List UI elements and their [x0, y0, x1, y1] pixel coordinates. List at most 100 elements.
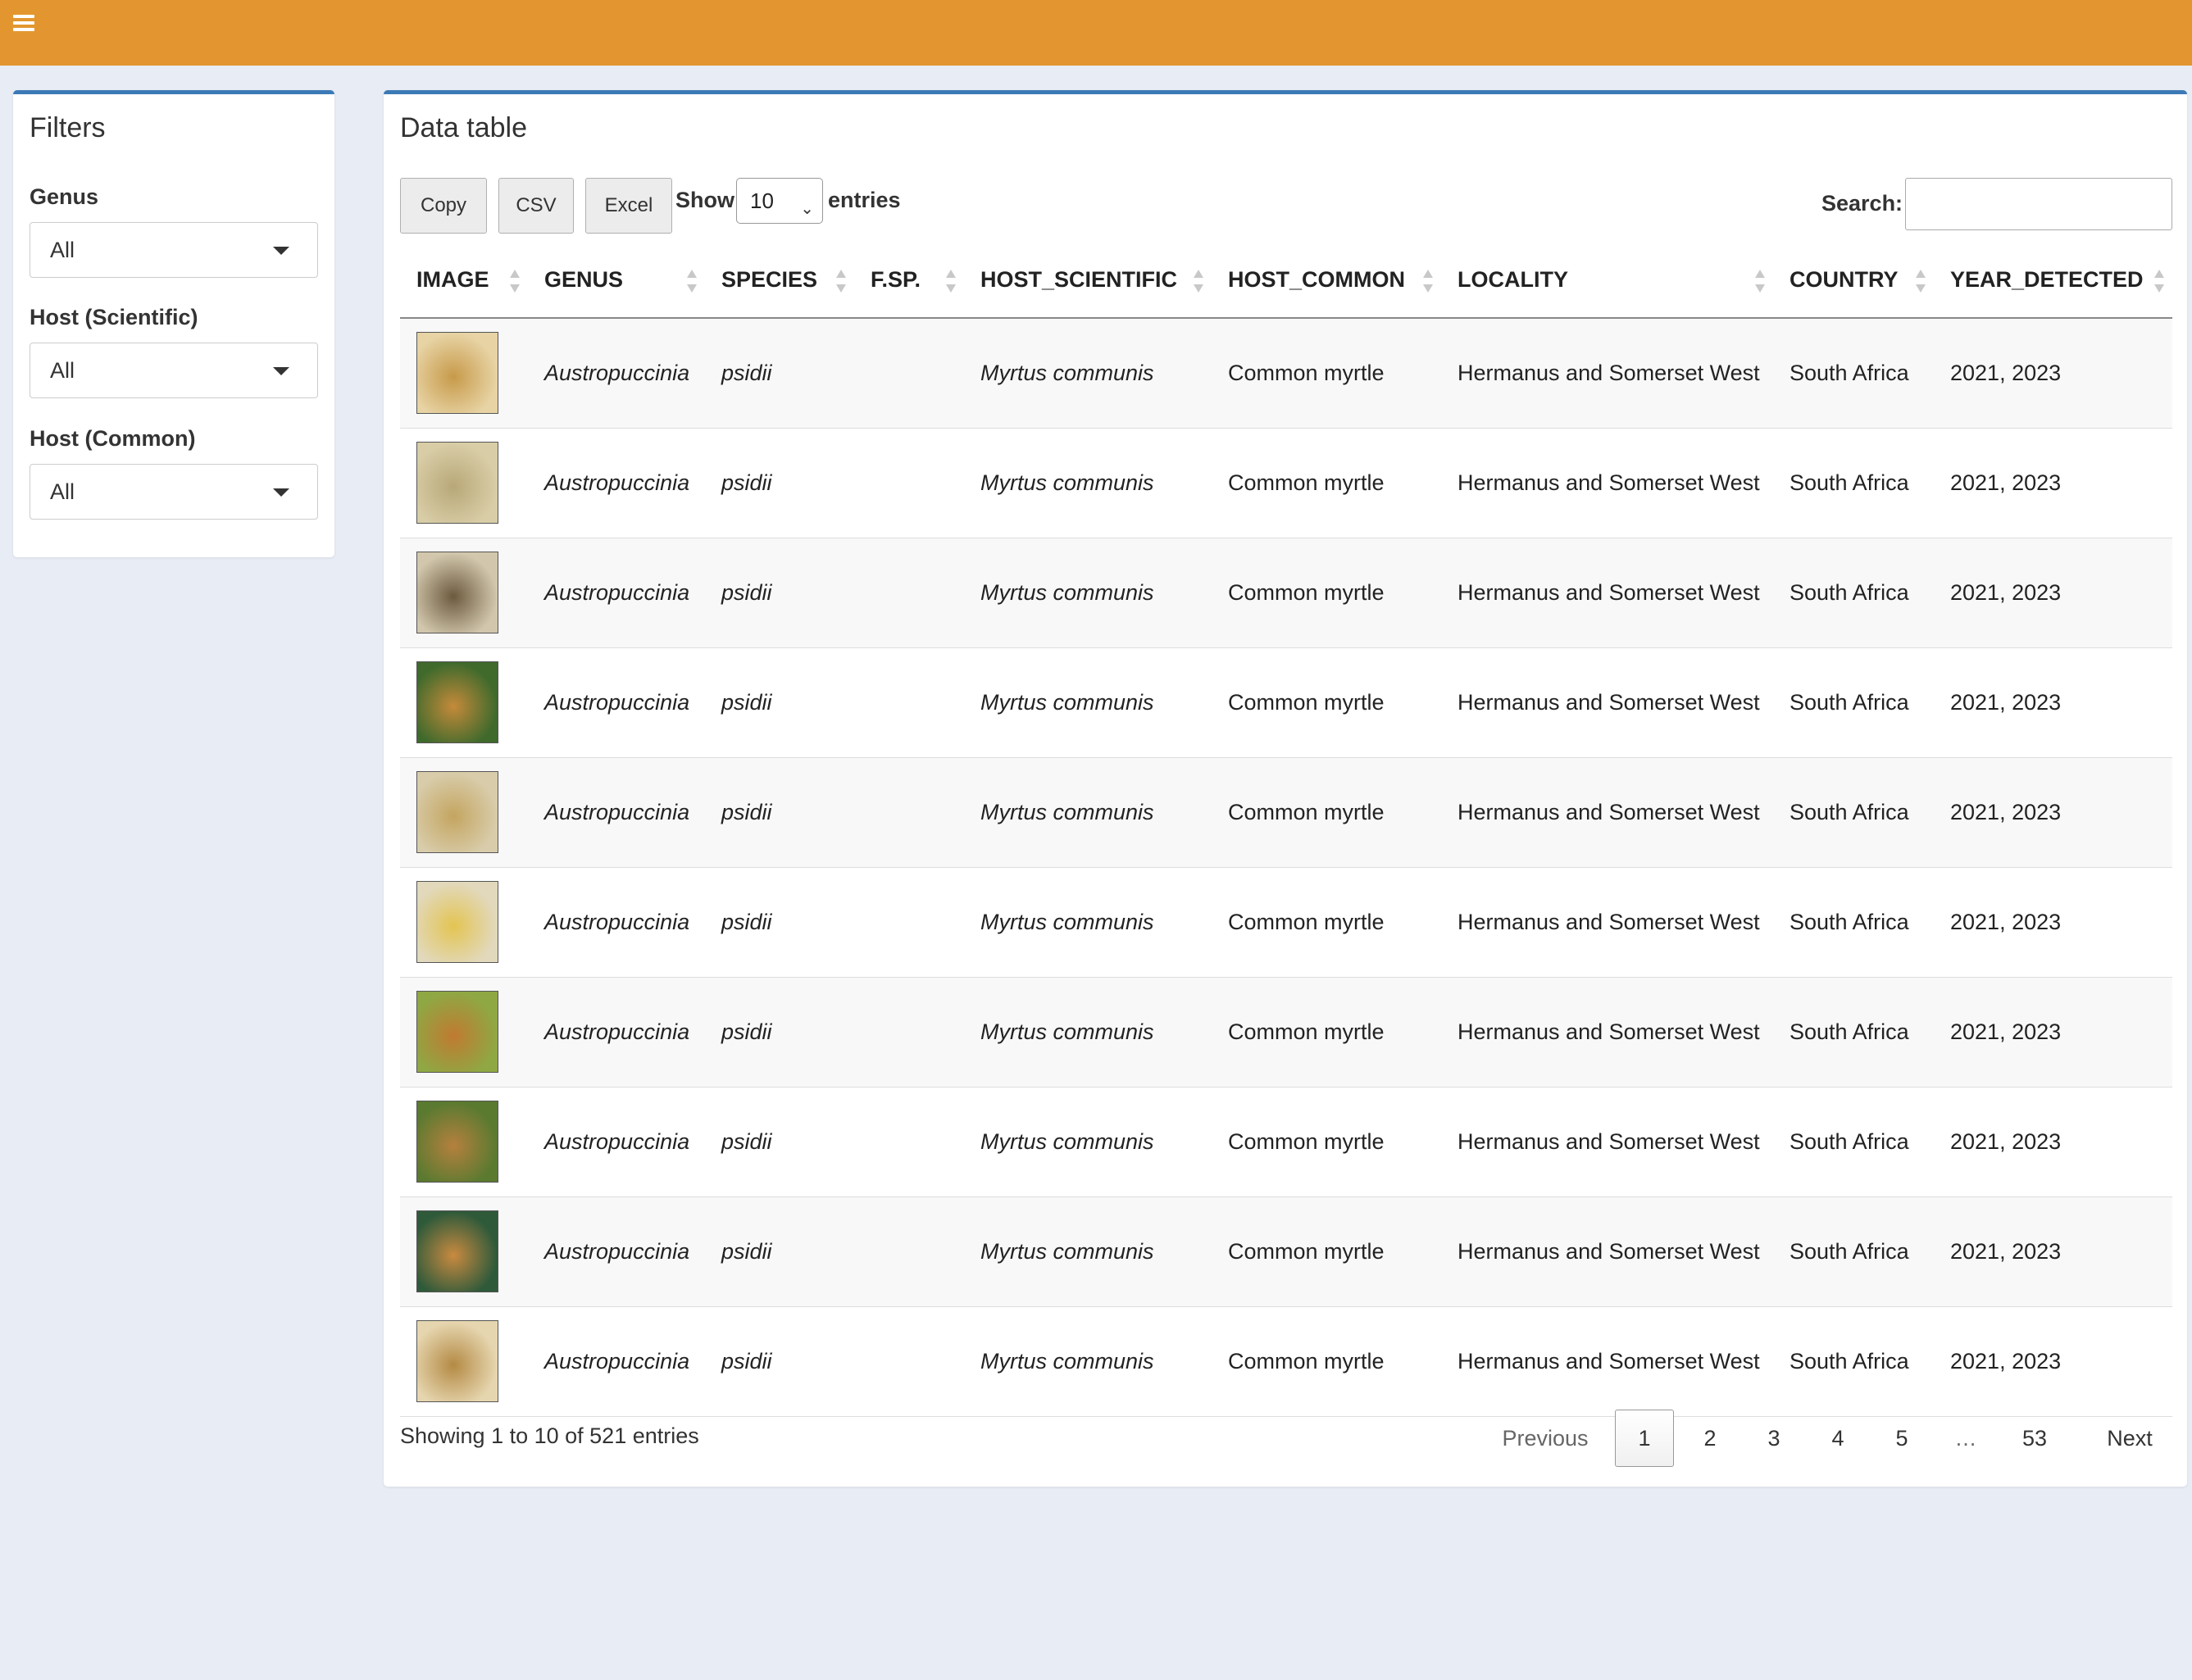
- cell-fsp: [854, 647, 964, 758]
- cell-locality: Hermanus and Somerset West: [1441, 867, 1773, 978]
- genus-filter-select[interactable]: All: [30, 222, 318, 278]
- pagination-previous[interactable]: Previous: [1494, 1410, 1597, 1467]
- cell-genus: Austropuccinia: [528, 977, 705, 1087]
- data-table: IMAGE GENUS SPECIES F.SP. HOST_SCIENTIFI…: [400, 242, 2172, 1417]
- pagination-next[interactable]: Next: [2089, 1410, 2171, 1467]
- cell-species: psidii: [705, 538, 854, 648]
- top-navbar: [0, 0, 2192, 66]
- cell-country: South Africa: [1773, 538, 1934, 648]
- host-scientific-filter-label: Host (Scientific): [30, 305, 198, 329]
- sort-icon: [836, 270, 846, 293]
- cell-host-common: Common myrtle: [1212, 647, 1441, 758]
- host-scientific-filter-select[interactable]: All: [30, 343, 318, 398]
- column-header-label: F.SP.: [871, 266, 921, 292]
- pagination-ellipsis: …: [1954, 1425, 1977, 1451]
- cell-species: psidii: [705, 1196, 854, 1307]
- search-input[interactable]: [1905, 178, 2172, 230]
- sort-icon: [946, 270, 956, 293]
- host-common-filter-select[interactable]: All: [30, 464, 318, 520]
- table-row: Austropuccinia psidii Myrtus communis Commo…: [400, 318, 2172, 429]
- column-header-year-detected[interactable]: YEAR_DETECTED: [1934, 242, 2172, 319]
- column-header-country[interactable]: COUNTRY: [1773, 242, 1934, 319]
- specimen-thumbnail-image[interactable]: [416, 1320, 498, 1402]
- cell-host-scientific: Myrtus communis: [964, 1196, 1212, 1307]
- cell-year-detected: 2021, 2023: [1934, 757, 2172, 868]
- column-header-fsp[interactable]: F.SP.: [854, 242, 964, 319]
- cell-species: psidii: [705, 757, 854, 868]
- cell-locality: Hermanus and Somerset West: [1441, 647, 1773, 758]
- cell-country: South Africa: [1773, 1196, 1934, 1307]
- specimen-thumbnail-image[interactable]: [416, 552, 498, 633]
- cell-locality: Hermanus and Somerset West: [1441, 1306, 1773, 1417]
- caret-down-icon: [273, 488, 289, 497]
- pagination-page-1[interactable]: 1: [1615, 1410, 1674, 1467]
- cell-host-common: Common myrtle: [1212, 867, 1441, 978]
- excel-button[interactable]: Excel: [585, 178, 672, 234]
- column-header-image[interactable]: IMAGE: [400, 242, 528, 319]
- table-row: Austropuccinia psidii Myrtus communis Commo…: [400, 757, 2172, 868]
- cell-fsp: [854, 1196, 964, 1307]
- cell-locality: Hermanus and Somerset West: [1441, 1087, 1773, 1197]
- csv-button[interactable]: CSV: [498, 178, 574, 234]
- specimen-thumbnail-image[interactable]: [416, 332, 498, 415]
- cell-fsp: [854, 757, 964, 868]
- genus-filter-value: All: [50, 238, 75, 262]
- column-header-label: IMAGE: [416, 266, 489, 292]
- cell-species: psidii: [705, 1087, 854, 1197]
- column-header-host-common[interactable]: HOST_COMMON: [1212, 242, 1441, 319]
- specimen-thumbnail-image[interactable]: [416, 771, 498, 853]
- cell-fsp: [854, 318, 964, 429]
- cell-genus: Austropuccinia: [528, 1087, 705, 1197]
- column-header-species[interactable]: SPECIES: [705, 242, 854, 319]
- cell-host-common: Common myrtle: [1212, 1306, 1441, 1417]
- table-row: Austropuccinia psidii Myrtus communis Commo…: [400, 538, 2172, 648]
- cell-species: psidii: [705, 977, 854, 1087]
- copy-button[interactable]: Copy: [400, 178, 487, 234]
- cell-image: [400, 1306, 528, 1417]
- pagination-page-3[interactable]: 3: [1744, 1410, 1803, 1467]
- show-label: Show: [675, 188, 734, 212]
- pagination-page-4[interactable]: 4: [1808, 1410, 1867, 1467]
- pagination-page-5[interactable]: 5: [1872, 1410, 1931, 1467]
- cell-fsp: [854, 428, 964, 538]
- specimen-thumbnail-image[interactable]: [416, 442, 498, 524]
- cell-species: psidii: [705, 428, 854, 538]
- specimen-thumbnail-image[interactable]: [416, 991, 498, 1073]
- cell-year-detected: 2021, 2023: [1934, 647, 2172, 758]
- cell-image: [400, 1196, 528, 1307]
- cell-host-scientific: Myrtus communis: [964, 1306, 1212, 1417]
- cell-species: psidii: [705, 318, 854, 429]
- pagination-page-2[interactable]: 2: [1680, 1410, 1740, 1467]
- cell-genus: Austropuccinia: [528, 1306, 705, 1417]
- column-header-host-scientific[interactable]: HOST_SCIENTIFIC: [964, 242, 1212, 319]
- cell-host-scientific: Myrtus communis: [964, 538, 1212, 648]
- cell-host-common: Common myrtle: [1212, 428, 1441, 538]
- column-header-label: GENUS: [544, 266, 624, 292]
- specimen-thumbnail-image[interactable]: [416, 661, 498, 743]
- column-header-label: HOST_SCIENTIFIC: [980, 266, 1178, 292]
- column-header-locality[interactable]: LOCALITY: [1441, 242, 1773, 319]
- specimen-thumbnail-image[interactable]: [416, 1101, 498, 1183]
- cell-locality: Hermanus and Somerset West: [1441, 977, 1773, 1087]
- specimen-thumbnail-image[interactable]: [416, 881, 498, 963]
- sort-icon: [2154, 270, 2164, 293]
- entries-length-value: 10: [750, 188, 774, 213]
- column-header-genus[interactable]: GENUS: [528, 242, 705, 319]
- host-common-filter-value: All: [50, 479, 75, 504]
- pagination-page-53[interactable]: 53: [2002, 1410, 2067, 1467]
- cell-locality: Hermanus and Somerset West: [1441, 538, 1773, 648]
- data-table-panel: Data table Copy CSV Excel Show 10 ⌄ entr…: [384, 90, 2187, 1487]
- host-common-filter-label: Host (Common): [30, 426, 196, 451]
- cell-image: [400, 318, 528, 429]
- cell-fsp: [854, 1087, 964, 1197]
- entries-length-select[interactable]: 10 ⌄: [736, 178, 823, 224]
- specimen-thumbnail-image[interactable]: [416, 1210, 498, 1292]
- hamburger-icon[interactable]: [13, 13, 34, 33]
- data-table-title: Data table: [400, 112, 527, 143]
- cell-fsp: [854, 538, 964, 648]
- cell-locality: Hermanus and Somerset West: [1441, 428, 1773, 538]
- cell-host-scientific: Myrtus communis: [964, 867, 1212, 978]
- search-label: Search:: [1821, 191, 1903, 216]
- cell-locality: Hermanus and Somerset West: [1441, 318, 1773, 429]
- column-header-label: YEAR_DETECTED: [1950, 266, 2144, 292]
